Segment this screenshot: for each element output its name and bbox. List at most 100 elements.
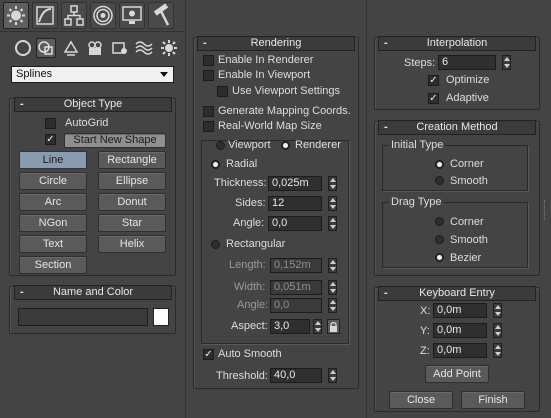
utilities-tab[interactable] (148, 2, 174, 29)
hammer-icon (153, 3, 170, 26)
drag-corner-label: Corner (450, 216, 484, 228)
enable-in-viewport-checkbox[interactable] (203, 70, 214, 81)
helix-button[interactable]: Helix (98, 235, 166, 253)
initial-smooth-radio[interactable] (435, 176, 444, 185)
text-button[interactable]: Text (19, 235, 87, 253)
renderer-radio[interactable] (281, 141, 290, 150)
start-new-shape-checkbox[interactable]: ✓ (45, 134, 56, 145)
geometry-category[interactable] (13, 38, 33, 58)
rectangle-button[interactable]: Rectangle (98, 151, 166, 169)
panel-scrollbar[interactable] (544, 200, 548, 220)
steps-label: Steps: (404, 57, 436, 69)
shapes-icon (38, 41, 53, 55)
add-point-button[interactable]: Add Point (425, 365, 489, 383)
finish-button[interactable]: Finish (461, 391, 525, 409)
keyboard-entry-title[interactable]: - Keyboard Entry (378, 286, 536, 301)
ellipse-button[interactable]: Ellipse (98, 172, 166, 190)
auto-smooth-checkbox[interactable]: ✓ (203, 349, 214, 360)
drag-bezier-radio[interactable] (435, 253, 444, 262)
real-world-map-size-checkbox[interactable] (203, 121, 214, 132)
enable-in-renderer-checkbox[interactable] (203, 55, 214, 66)
use-viewport-settings-checkbox[interactable] (217, 86, 228, 97)
rect-angle-field[interactable]: 0,0 (270, 298, 322, 313)
thickness-spinner[interactable] (328, 176, 337, 191)
x-spinner[interactable] (493, 303, 502, 318)
object-color-swatch[interactable] (153, 308, 169, 326)
lights-category[interactable] (61, 38, 81, 58)
initial-corner-radio[interactable] (435, 160, 444, 169)
rect-angle-label: Angle: (237, 299, 269, 311)
length-spinner[interactable] (328, 258, 337, 273)
drag-type-label: Drag Type (389, 196, 444, 208)
drag-smooth-radio[interactable] (435, 235, 444, 244)
sun-gear-icon (7, 6, 25, 25)
z-spinner[interactable] (493, 343, 502, 358)
length-field[interactable]: 0,152m (270, 258, 322, 273)
star-button[interactable]: Star (98, 214, 166, 232)
aspect-field[interactable]: 3,0 (270, 319, 310, 334)
name-and-color-title[interactable]: - Name and Color (14, 285, 172, 300)
line-button[interactable]: Line (19, 151, 87, 169)
generate-mapping-label: Generate Mapping Coords. (218, 105, 351, 117)
object-name-field[interactable] (18, 308, 148, 326)
y-spinner[interactable] (493, 323, 502, 338)
optimize-checkbox[interactable]: ✓ (428, 75, 439, 86)
monitor-icon (122, 6, 142, 24)
steps-spinner[interactable] (502, 55, 511, 70)
adaptive-checkbox[interactable]: ✓ (428, 93, 439, 104)
object-type-title[interactable]: - Object Type (14, 97, 172, 112)
generate-mapping-checkbox[interactable] (203, 106, 214, 117)
display-tab[interactable] (119, 2, 145, 29)
modify-tab[interactable] (32, 2, 58, 29)
thickness-field[interactable]: 0,025m (268, 176, 322, 191)
donut-button[interactable]: Donut (98, 193, 166, 211)
close-button[interactable]: Close (389, 391, 453, 409)
systems-category[interactable] (159, 38, 179, 58)
category-dropdown[interactable]: Splines (11, 66, 174, 83)
space-warps-icon (135, 41, 153, 55)
sides-field[interactable]: 12 (268, 196, 322, 211)
drag-corner-radio[interactable] (435, 217, 444, 226)
steps-field[interactable]: 6 (438, 55, 496, 70)
motion-tab[interactable] (90, 2, 116, 29)
rendering-title[interactable]: - Rendering (197, 36, 355, 51)
width-field[interactable]: 0,051m (270, 280, 322, 295)
aspect-spinner[interactable] (313, 319, 322, 334)
aspect-label: Aspect: (231, 320, 268, 332)
thickness-label: Thickness: (214, 177, 267, 189)
helpers-category[interactable] (110, 38, 130, 58)
circle-button[interactable]: Circle (19, 172, 87, 190)
autogrid-checkbox[interactable] (45, 118, 56, 129)
shapes-category[interactable] (36, 38, 56, 58)
y-field[interactable]: 0,0m (433, 323, 487, 338)
z-field[interactable]: 0,0m (433, 343, 487, 358)
threshold-field[interactable]: 40,0 (270, 368, 322, 383)
helpers-icon (112, 42, 127, 54)
hierarchy-tab[interactable] (61, 2, 87, 29)
systems-icon (161, 40, 177, 56)
section-button[interactable]: Section (19, 256, 87, 274)
start-new-shape-button[interactable]: Start New Shape (64, 133, 166, 148)
rect-angle-spinner[interactable] (328, 298, 337, 313)
angle-field[interactable]: 0,0 (268, 216, 322, 231)
x-field[interactable]: 0,0m (433, 303, 487, 318)
sides-spinner[interactable] (328, 196, 337, 211)
z-label: Z: (420, 345, 430, 357)
rectangular-radio[interactable] (211, 240, 220, 249)
radial-radio[interactable] (211, 160, 220, 169)
create-tab[interactable] (3, 2, 29, 29)
collapse-icon: - (384, 121, 388, 133)
creation-method-title[interactable]: - Creation Method (378, 120, 536, 135)
interpolation-title[interactable]: - Interpolation (378, 36, 536, 51)
space-warps-category[interactable] (134, 38, 154, 58)
angle-spinner[interactable] (328, 216, 337, 231)
viewport-radio[interactable] (216, 141, 225, 150)
arc-button[interactable]: Arc (19, 193, 87, 211)
cameras-category[interactable] (85, 38, 105, 58)
adaptive-label: Adaptive (446, 92, 489, 104)
ngon-button[interactable]: NGon (19, 214, 87, 232)
width-spinner[interactable] (328, 280, 337, 295)
collapse-icon: - (384, 37, 388, 49)
threshold-spinner[interactable] (328, 368, 337, 383)
lock-aspect-button[interactable] (327, 319, 340, 334)
